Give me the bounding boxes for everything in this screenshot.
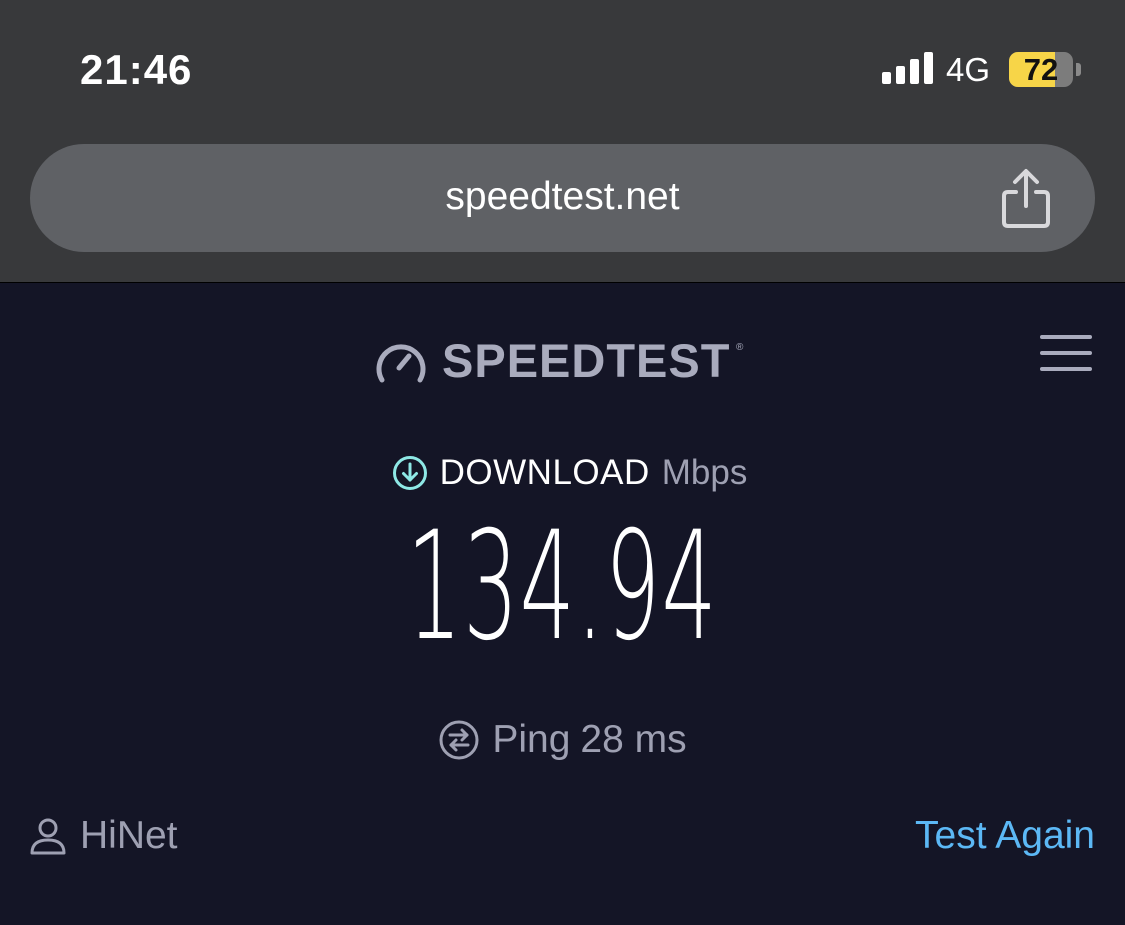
isp-name: HiNet xyxy=(80,814,178,857)
network-type: 4G xyxy=(946,51,991,88)
download-speed-value: 134.94 xyxy=(406,500,718,674)
menu-bar xyxy=(1040,367,1092,371)
ping-label: Ping xyxy=(492,718,571,761)
speedometer-icon xyxy=(376,344,426,383)
cellular-signal-icon xyxy=(882,52,933,84)
download-arrow-icon xyxy=(392,456,427,490)
download-unit: Mbps xyxy=(661,453,748,492)
browser-chrome: 21:46 4G 72 speedtest.net xyxy=(0,0,1125,283)
address-bar[interactable]: speedtest.net xyxy=(30,144,1095,252)
url-text[interactable]: speedtest.net xyxy=(30,172,1095,222)
ping-icon xyxy=(439,720,479,760)
share-icon[interactable] xyxy=(998,166,1054,230)
battery-body: 72 xyxy=(1009,52,1073,87)
hamburger-menu-icon[interactable] xyxy=(1038,333,1094,375)
download-header: DOWNLOAD Mbps xyxy=(0,452,1125,494)
battery-level: 72 xyxy=(1023,52,1059,87)
menu-bar xyxy=(1040,351,1092,355)
user-icon xyxy=(30,818,66,855)
ping-value: 28 ms xyxy=(580,718,687,761)
status-time: 21:46 xyxy=(80,46,193,93)
speedtest-logo[interactable]: SPEEDTEST ® xyxy=(374,334,754,388)
test-again-button[interactable]: Test Again xyxy=(915,812,1095,860)
battery-tip xyxy=(1076,63,1081,76)
registered-mark: ® xyxy=(736,342,744,353)
battery-indicator: 72 xyxy=(1009,52,1081,87)
logo-text: SPEEDTEST xyxy=(442,334,731,387)
isp-provider[interactable]: HiNet xyxy=(28,812,178,860)
download-label: DOWNLOAD xyxy=(439,453,650,492)
ping-row: Ping 28 ms xyxy=(0,716,1125,764)
menu-bar xyxy=(1040,335,1092,339)
